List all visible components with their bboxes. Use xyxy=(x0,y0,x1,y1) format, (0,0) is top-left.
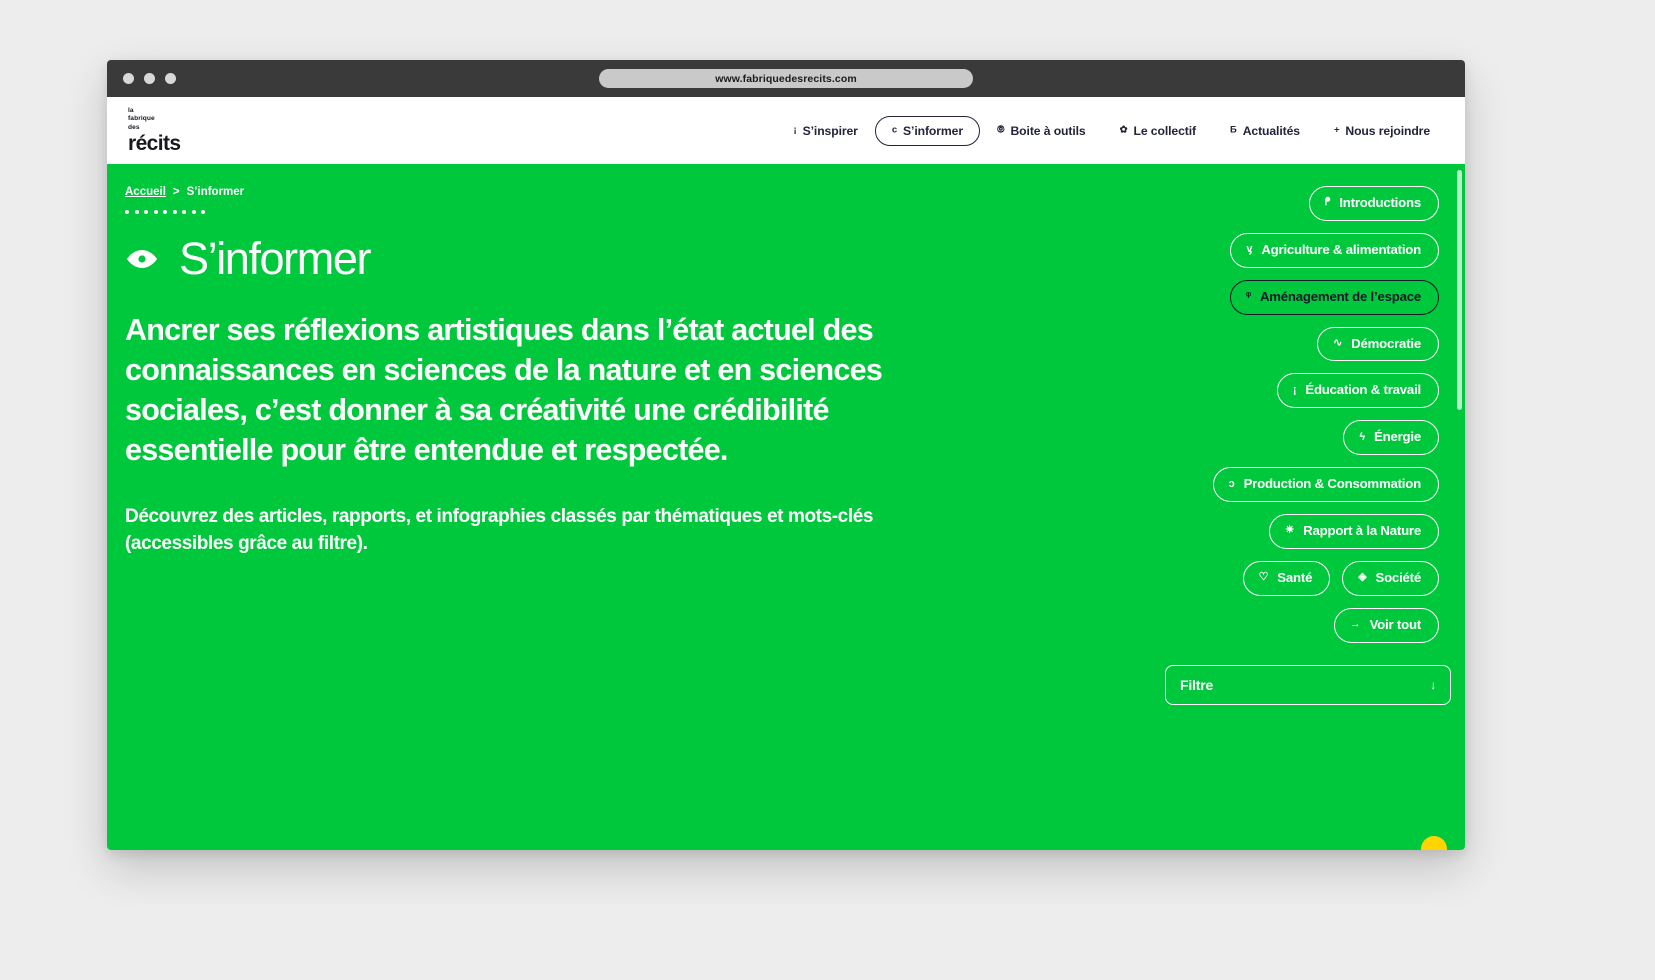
category-pill-rapport-la-nature[interactable]: ✷ Rapport à la Nature xyxy=(1269,514,1439,549)
category-pill-label: Production & Consommation xyxy=(1243,476,1422,492)
info-icon: ¡ xyxy=(793,124,797,136)
tool-icon: ⦾ xyxy=(996,124,1005,136)
info-icon: ¡ xyxy=(1292,383,1297,396)
plus-icon: + xyxy=(1333,124,1340,136)
decorative-dot xyxy=(172,210,177,214)
close-icon[interactable] xyxy=(123,73,134,84)
filter-dropdown[interactable]: Filtre ↓ xyxy=(1165,664,1451,705)
logo-wordmark: récits xyxy=(128,131,181,155)
page-scrollbar[interactable] xyxy=(1457,170,1462,410)
diamond-icon: ◈ xyxy=(1358,571,1367,584)
category-pill-voir-tout[interactable]: → Voir tout xyxy=(1333,607,1439,643)
category-pill-introductions[interactable]: ᖰ Introductions xyxy=(1308,186,1439,221)
logo-line-3: des xyxy=(128,123,140,131)
decorative-dot xyxy=(163,210,167,214)
pin-icon: ᵠ xyxy=(1245,290,1251,303)
category-pill-label: Démocratie xyxy=(1351,335,1421,351)
category-rail: ᖰ Introductions ᶌ Agriculture & alimentatio… xyxy=(1165,186,1451,705)
decorative-dot xyxy=(134,210,139,214)
nav-item-boite-a-outils[interactable]: ⦾ Boite à outils xyxy=(980,116,1103,146)
breadcrumb-separator: > xyxy=(172,186,180,198)
category-pill-ducation-and-travail[interactable]: ¡ Éducation & travail xyxy=(1276,373,1439,409)
nav-item-nous-rejoindre[interactable]: + Nous rejoindre xyxy=(1317,116,1447,146)
category-pill-sant[interactable]: ♡ Santé xyxy=(1242,560,1331,596)
recycle-icon: ↄ xyxy=(1228,477,1235,490)
speech-bubble-icon: ᖰ xyxy=(1324,196,1331,209)
nav-label: Boite à outils xyxy=(1010,123,1086,138)
heart-icon: ♡ xyxy=(1258,571,1269,584)
category-pill-label: Agriculture & alimentation xyxy=(1261,241,1421,257)
category-pill-label: Aménagement de l’espace xyxy=(1259,288,1421,304)
category-pill-agriculture-and-alimentation[interactable]: ᶌ Agriculture & alimentation xyxy=(1230,232,1439,268)
nav-item-actualites[interactable]: Ƃ Actualités xyxy=(1213,116,1317,146)
breadcrumb-home[interactable]: Accueil xyxy=(125,186,166,198)
nav-label: S’informer xyxy=(903,123,963,138)
category-pill-nergie[interactable]: ϟ Énergie xyxy=(1343,420,1439,456)
decorative-dot xyxy=(191,210,196,214)
nav-label: Nous rejoindre xyxy=(1345,123,1430,138)
category-pill-d-mocratie[interactable]: ∿ Démocratie xyxy=(1317,326,1439,362)
hero-sub-paragraph: Découvrez des articles, rapports, et inf… xyxy=(125,505,874,554)
breadcrumb-current: S’informer xyxy=(186,186,245,198)
decorative-dot xyxy=(144,210,148,214)
category-pill-label: Éducation & travail xyxy=(1305,382,1421,398)
filter-label: Filtre xyxy=(1180,676,1214,693)
arrow-right-icon: → xyxy=(1349,618,1361,631)
category-pill-label: Voir tout xyxy=(1369,616,1422,632)
logo-line-1: la xyxy=(128,107,134,115)
hero-lead-paragraph: Ancrer ses réflexions artistiques dans l… xyxy=(125,313,883,467)
minimize-icon[interactable] xyxy=(144,73,155,84)
eye-icon xyxy=(125,248,159,270)
category-pill-label: Énergie xyxy=(1374,429,1421,445)
decorative-dot xyxy=(201,210,205,214)
category-pill-label: Rapport à la Nature xyxy=(1303,523,1421,539)
nav-label: Le collectif xyxy=(1133,123,1196,138)
window-controls[interactable] xyxy=(123,73,176,84)
sun-icon: ✷ xyxy=(1285,524,1295,537)
lightning-icon: ϟ xyxy=(1359,430,1366,443)
wave-icon: ∿ xyxy=(1333,337,1343,349)
nav-item-sinspirer[interactable]: ¡ S’inspirer xyxy=(777,116,875,146)
nav-label: Actualités xyxy=(1242,123,1300,138)
site-header: la fabrique des récits ¡ S’inspirer c S’… xyxy=(107,97,1465,164)
decorative-dot xyxy=(153,210,158,214)
category-pill-am-nagement-de-lespace[interactable]: ᵠ Aménagement de l’espace xyxy=(1229,279,1439,315)
category-pill-label: Introductions xyxy=(1339,195,1421,210)
browser-titlebar: www.fabriquedesrecits.com xyxy=(107,60,1465,97)
leaf-icon: ᶌ xyxy=(1246,243,1253,256)
page-body: Accueil > S’informer S’informer Ancrer s… xyxy=(107,164,1465,850)
nav-label: S’inspirer xyxy=(802,123,858,138)
site-logo[interactable]: la fabrique des récits xyxy=(125,107,181,155)
maximize-icon[interactable] xyxy=(165,73,176,84)
browser-window: www.fabriquedesrecits.com la fabrique de… xyxy=(107,60,1465,850)
star-icon: ✿ xyxy=(1119,124,1128,136)
category-pill-label: Santé xyxy=(1277,569,1313,585)
news-icon: Ƃ xyxy=(1229,124,1237,136)
decorative-dot xyxy=(125,210,129,214)
decorative-dot xyxy=(182,210,186,214)
address-bar-url: www.fabriquedesrecits.com xyxy=(715,72,857,85)
address-bar[interactable]: www.fabriquedesrecits.com xyxy=(599,69,973,88)
chevron-down-icon: ↓ xyxy=(1430,677,1436,692)
nav-item-sinformer[interactable]: c S’informer xyxy=(874,115,980,146)
page-title: S’informer xyxy=(179,233,371,284)
category-pill-production-and-consommation[interactable]: ↄ Production & Consommation xyxy=(1212,467,1439,503)
main-navigation: ¡ S’inspirer c S’informer ⦾ Boite à outi… xyxy=(777,115,1447,146)
screenshot-stage: www.fabriquedesrecits.com la fabrique de… xyxy=(0,0,1655,980)
eye-icon: c xyxy=(891,124,898,136)
category-pill-soci-t[interactable]: ◈ Société xyxy=(1342,560,1439,596)
category-pill-label: Société xyxy=(1375,569,1421,585)
nav-item-le-collectif[interactable]: ✿ Le collectif xyxy=(1103,116,1213,146)
logo-line-2: fabrique xyxy=(128,115,155,123)
category-pill-list: ᖰ Introductions ᶌ Agriculture & alimentatio… xyxy=(1171,186,1439,643)
